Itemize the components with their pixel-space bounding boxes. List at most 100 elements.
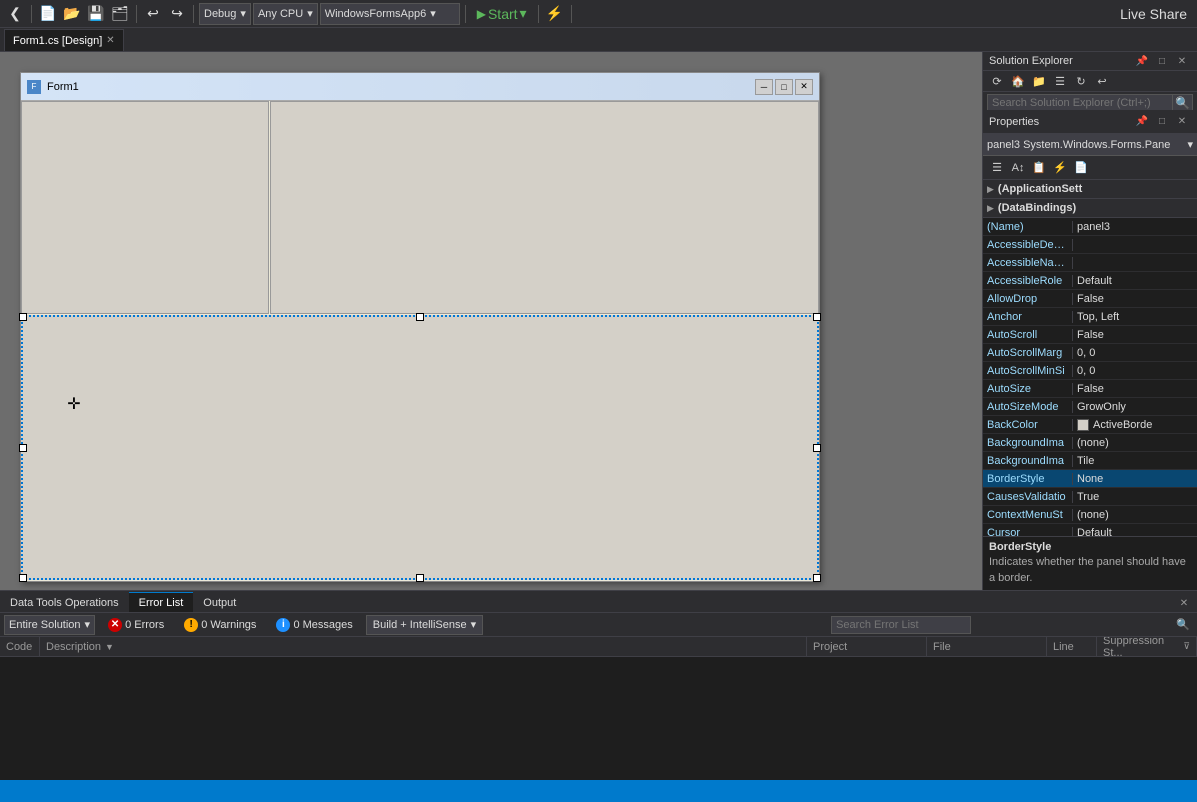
- props-row-accessible-name[interactable]: AccessibleName: [983, 254, 1197, 272]
- prop-label: BackgroundIma: [983, 455, 1073, 467]
- se-search-bar: 🔍: [983, 92, 1197, 110]
- props-row-allowdrop[interactable]: AllowDrop False: [983, 290, 1197, 308]
- start-btn[interactable]: ▶ Start ▾: [471, 3, 533, 25]
- prop-label: AutoScrollMinSi: [983, 365, 1073, 377]
- tab-output[interactable]: Output: [193, 592, 246, 612]
- se-search-input[interactable]: [987, 94, 1173, 110]
- props-row-autosize[interactable]: AutoSize False: [983, 380, 1197, 398]
- form-close-btn[interactable]: ✕: [795, 79, 813, 95]
- tab-data-tools-operations[interactable]: Data Tools Operations: [0, 592, 129, 612]
- th-description[interactable]: Description ▼: [40, 637, 807, 656]
- warnings-badge[interactable]: ! 0 Warnings: [177, 615, 263, 635]
- props-row-accessible-descr[interactable]: AccessibleDescr: [983, 236, 1197, 254]
- back-btn[interactable]: ❮: [4, 3, 26, 25]
- props-row-backcolor[interactable]: BackColor ActiveBorde: [983, 416, 1197, 434]
- se-sync-btn[interactable]: ⟳: [987, 71, 1007, 91]
- props-row-cursor[interactable]: Cursor Default: [983, 524, 1197, 536]
- se-pin-btn[interactable]: 📌: [1133, 52, 1151, 70]
- props-row-anchor[interactable]: Anchor Top, Left: [983, 308, 1197, 326]
- prop-label: AutoSize: [983, 383, 1073, 395]
- error-search-input[interactable]: [831, 616, 971, 634]
- form-icon: F: [27, 80, 41, 94]
- props-row-autosizemode[interactable]: AutoSizeMode GrowOnly: [983, 398, 1197, 416]
- new-file-btn[interactable]: 📄: [37, 3, 59, 25]
- props-row-autoscroll[interactable]: AutoScroll False: [983, 326, 1197, 344]
- props-events-btn[interactable]: ⚡: [1050, 158, 1070, 178]
- main-content: F Form1 ─ □ ✕: [0, 52, 1197, 590]
- panel-right[interactable]: [270, 101, 819, 314]
- props-row-backgroundima1[interactable]: BackgroundIma (none): [983, 434, 1197, 452]
- prop-value: ActiveBorde: [1073, 419, 1197, 431]
- sep5: [538, 5, 539, 23]
- props-alpha-btn[interactable]: A↕: [1008, 158, 1028, 178]
- table-header: Code Description ▼ Project File Line Sup…: [0, 637, 1197, 657]
- props-row-causesvalidation[interactable]: CausesValidatio True: [983, 488, 1197, 506]
- se-refresh-btn[interactable]: ↻: [1071, 71, 1091, 91]
- props-prop-btn[interactable]: 📋: [1029, 158, 1049, 178]
- save-btn[interactable]: 💾: [85, 3, 107, 25]
- debug-dropdown[interactable]: Debug ▾: [199, 3, 251, 25]
- project-dropdown[interactable]: WindowsFormsApp6 ▾: [320, 3, 460, 25]
- prop-value: 0, 0: [1073, 347, 1197, 359]
- undo-btn[interactable]: ↩: [142, 3, 164, 25]
- errors-badge[interactable]: ✕ 0 Errors: [101, 615, 171, 635]
- th-suppression: Suppression St... ⊽: [1097, 637, 1197, 656]
- tab-error-list[interactable]: Error List: [129, 592, 194, 612]
- se-folder-btn[interactable]: 📁: [1029, 71, 1049, 91]
- tab-form1-design[interactable]: Form1.cs [Design] ✕: [4, 29, 124, 51]
- props-row-autoscrollmarg[interactable]: AutoScrollMarg 0, 0: [983, 344, 1197, 362]
- panel-bottom[interactable]: [21, 315, 819, 580]
- prop-label: AllowDrop: [983, 293, 1073, 305]
- props-pages-btn[interactable]: 📄: [1071, 158, 1091, 178]
- prop-name-value: panel3: [1073, 221, 1197, 233]
- props-row-borderstyle[interactable]: BorderStyle None: [983, 470, 1197, 488]
- se-search-icon[interactable]: 🔍: [1173, 94, 1193, 110]
- props-row-contextmenust[interactable]: ContextMenuSt (none): [983, 506, 1197, 524]
- minimize-btn[interactable]: ─: [755, 79, 773, 95]
- se-maximize-btn[interactable]: □: [1153, 52, 1171, 70]
- props-pin-btn[interactable]: 📌: [1133, 113, 1151, 131]
- props-desc-text: Indicates whether the panel should have …: [989, 555, 1191, 586]
- error-icon: ✕: [108, 618, 122, 632]
- attach-btn[interactable]: ⚡: [544, 3, 566, 25]
- bottom-panel-close-btn[interactable]: ✕: [1175, 594, 1193, 612]
- error-search-btn[interactable]: 🔍: [1173, 615, 1193, 635]
- messages-badge[interactable]: i 0 Messages: [269, 615, 359, 635]
- maximize-btn[interactable]: □: [775, 79, 793, 95]
- se-toolbar: ⟳ 🏠 📁 ☰ ↻ ↩: [983, 71, 1197, 92]
- props-group-appsettings-header[interactable]: ▶ (ApplicationSett: [983, 180, 1197, 198]
- designer-canvas[interactable]: F Form1 ─ □ ✕: [0, 52, 982, 590]
- prop-label: AccessibleName: [983, 257, 1073, 269]
- se-close-btn[interactable]: ✕: [1173, 52, 1191, 70]
- props-row-autoscrollminsi[interactable]: AutoScrollMinSi 0, 0: [983, 362, 1197, 380]
- build-intellisense-btn[interactable]: Build + IntelliSense ▾: [366, 615, 483, 635]
- cpu-dropdown[interactable]: Any CPU ▾: [253, 3, 318, 25]
- handle-ml: [19, 444, 27, 452]
- se-filter-btn[interactable]: ☰: [1050, 71, 1070, 91]
- se-title: Solution Explorer: [989, 55, 1073, 67]
- form-window[interactable]: F Form1 ─ □ ✕: [20, 72, 820, 582]
- tab-close-btn[interactable]: ✕: [106, 35, 114, 46]
- props-maximize-btn[interactable]: □: [1153, 113, 1171, 131]
- panel-left[interactable]: [21, 101, 269, 314]
- props-group-databindings-header[interactable]: ▶ (DataBindings): [983, 199, 1197, 217]
- props-object-selector[interactable]: panel3 System.Windows.Forms.Pane ▾: [983, 134, 1197, 156]
- props-row-backgroundima2[interactable]: BackgroundIma Tile: [983, 452, 1197, 470]
- se-home-btn[interactable]: 🏠: [1008, 71, 1028, 91]
- prop-name-label: (Name): [983, 221, 1073, 233]
- scope-dropdown[interactable]: Entire Solution ▾: [4, 615, 95, 635]
- props-close-btn[interactable]: ✕: [1173, 113, 1191, 131]
- prop-value: Default: [1073, 527, 1197, 537]
- props-categorized-btn[interactable]: ☰: [987, 158, 1007, 178]
- props-grid: ▶ (ApplicationSett ▶ (DataBindings) (Nam…: [983, 180, 1197, 536]
- props-desc-title: BorderStyle: [989, 541, 1191, 553]
- se-collapse-btn[interactable]: ↩: [1092, 71, 1112, 91]
- live-share-btn[interactable]: Live Share: [1114, 3, 1193, 25]
- message-icon: i: [276, 618, 290, 632]
- bottom-panel: Data Tools Operations Error List Output …: [0, 590, 1197, 780]
- props-row-accessible-role[interactable]: AccessibleRole Default: [983, 272, 1197, 290]
- save-all-btn[interactable]: 🗂: [109, 3, 131, 25]
- open-btn[interactable]: 📂: [61, 3, 83, 25]
- props-row-name[interactable]: (Name) panel3: [983, 218, 1197, 236]
- redo-btn[interactable]: ↪: [166, 3, 188, 25]
